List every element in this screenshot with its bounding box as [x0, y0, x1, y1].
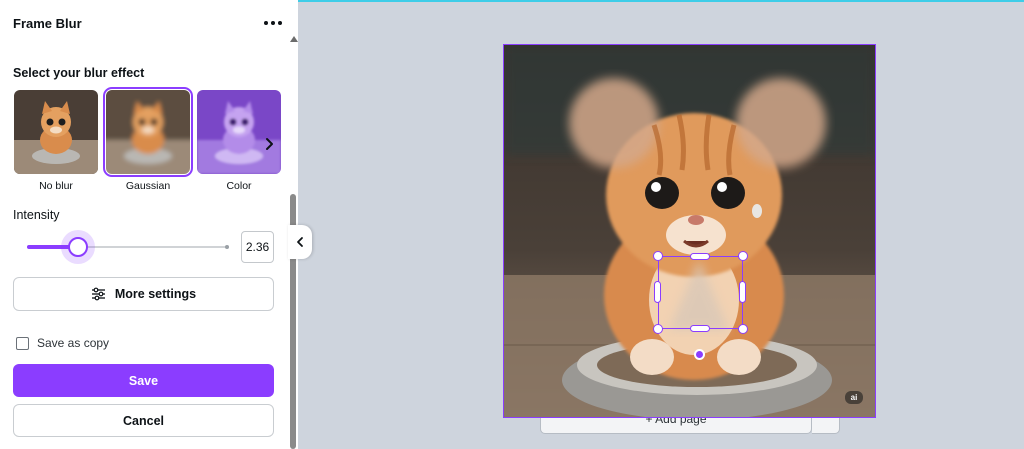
- blur-effect-heading: Select your blur effect: [13, 66, 145, 80]
- effect-no-blur[interactable]: [14, 90, 98, 174]
- selection-frame[interactable]: [658, 256, 743, 329]
- intensity-label: Intensity: [13, 208, 60, 222]
- effect-gaussian[interactable]: [103, 87, 193, 177]
- resize-handle-top-right[interactable]: [738, 251, 748, 261]
- effect-label: No blur: [39, 180, 73, 192]
- effect-label: Color: [226, 180, 252, 192]
- effect-color[interactable]: [197, 90, 281, 174]
- slider-thumb[interactable]: [68, 237, 88, 257]
- intensity-value-input[interactable]: 2.36: [241, 231, 274, 263]
- intensity-slider[interactable]: [27, 230, 229, 264]
- more-settings-button[interactable]: More settings: [13, 277, 274, 311]
- resize-handle-top-left[interactable]: [653, 251, 663, 261]
- kitten-thumbnail: [14, 90, 98, 174]
- resize-handle-bottom-left[interactable]: [653, 324, 663, 334]
- resize-handle-right[interactable]: [739, 281, 746, 303]
- kitten-thumbnail-blurred: [106, 90, 190, 174]
- more-horizontal-icon[interactable]: [262, 16, 284, 30]
- sliders-icon: [91, 287, 105, 301]
- slider-end-dot: [225, 245, 229, 249]
- chevron-right-icon[interactable]: [262, 136, 278, 152]
- resize-handle-bottom-right[interactable]: [738, 324, 748, 334]
- top-accent-line: [298, 0, 1024, 2]
- kitten-thumbnail-tinted: [197, 90, 281, 174]
- save-as-copy-option[interactable]: Save as copy: [16, 336, 109, 350]
- panel-title: Frame Blur: [13, 16, 82, 31]
- rotate-handle[interactable]: [694, 349, 705, 360]
- scroll-up-arrow[interactable]: [290, 36, 298, 42]
- save-button[interactable]: Save: [13, 364, 274, 397]
- more-settings-label: More settings: [114, 287, 197, 301]
- collapse-panel-button[interactable]: [288, 225, 312, 259]
- ai-badge: ai: [845, 391, 863, 404]
- effect-label: Gaussian: [125, 180, 171, 192]
- resize-handle-bottom[interactable]: [690, 325, 710, 332]
- kitten-image: [504, 45, 875, 417]
- save-as-copy-checkbox[interactable]: [16, 336, 29, 350]
- chevron-left-icon: [297, 237, 303, 247]
- resize-handle-left[interactable]: [654, 281, 661, 303]
- cancel-button[interactable]: Cancel: [13, 404, 274, 437]
- frame-blur-panel: Frame Blur Select your blur effect No bl…: [0, 0, 288, 449]
- resize-handle-top[interactable]: [690, 253, 710, 260]
- artboard-kitten-image[interactable]: [503, 44, 876, 418]
- save-as-copy-label: Save as copy: [37, 336, 110, 350]
